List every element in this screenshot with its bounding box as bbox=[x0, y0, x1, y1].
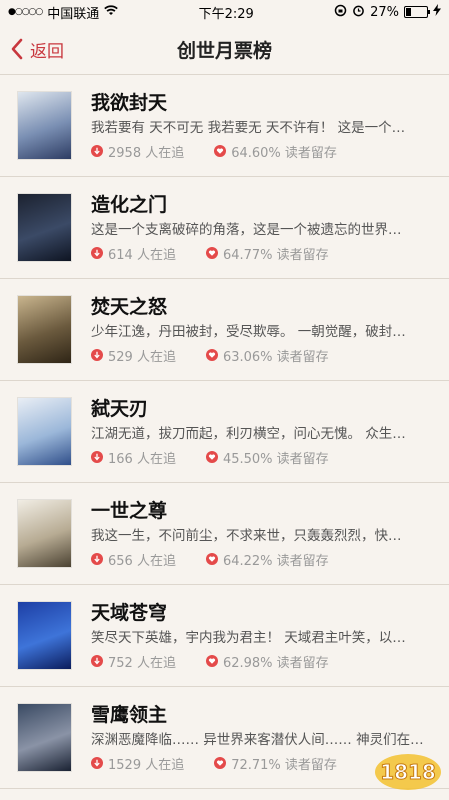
retention-rate: 64.60% 读者留存 bbox=[231, 145, 337, 161]
watermark-logo: 1818 bbox=[375, 754, 441, 790]
followers-icon bbox=[91, 451, 103, 463]
book-info: 天域苍穹 笑尽天下英雄，宇内我为君主！ 天域君主叶笑，以… 752 人在追 62… bbox=[91, 601, 449, 671]
followers-count: 656 人在追 bbox=[108, 553, 176, 569]
list-item[interactable]: 我欲封天 我若要有 天不可无 我若要无 天不许有！ 这是一个… 2958 人在追… bbox=[0, 75, 449, 177]
book-description: 笑尽天下英雄，宇内我为君主！ 天域君主叶笑，以… bbox=[91, 629, 406, 646]
book-cover bbox=[18, 398, 71, 465]
followers-count: 166 人在追 bbox=[108, 451, 176, 467]
followers-count: 2958 人在追 bbox=[108, 145, 185, 161]
followers-stat: 1529 人在追 bbox=[91, 754, 184, 773]
heart-icon bbox=[214, 145, 227, 157]
book-title: 焚天之怒 bbox=[91, 295, 168, 318]
followers-icon bbox=[91, 553, 103, 565]
retention-rate: 62.98% 读者留存 bbox=[222, 655, 329, 671]
book-description: 我这一生，不问前尘，不求来世，只轰轰烈烈，快… bbox=[91, 527, 402, 544]
battery-icon bbox=[403, 6, 430, 18]
followers-stat: 529 人在追 bbox=[91, 346, 176, 365]
retention-stat: 72.71% 读者留存 bbox=[214, 754, 337, 773]
status-bar: ●○○○○ 中国联通 下午2:29 27% bbox=[0, 0, 449, 24]
book-title: 一世之尊 bbox=[91, 499, 168, 522]
followers-count: 614 人在追 bbox=[108, 247, 176, 263]
book-description: 我若要有 天不可无 我若要无 天不许有！ 这是一个… bbox=[91, 119, 406, 136]
followers-count: 1529 人在追 bbox=[108, 757, 185, 773]
book-cover bbox=[18, 602, 71, 669]
book-stats: 614 人在追 64.77% 读者留存 bbox=[91, 244, 433, 263]
back-button[interactable]: 返回 bbox=[10, 24, 64, 74]
book-description: 这是一个支离破碎的角落，这是一个被遗忘的世界… bbox=[91, 221, 402, 238]
battery-percent: 27% bbox=[370, 4, 399, 20]
retention-stat: 62.98% 读者留存 bbox=[205, 652, 329, 671]
page-title: 创世月票榜 bbox=[176, 39, 272, 62]
list-item[interactable]: 天域苍穹 笑尽天下英雄，宇内我为君主！ 天域君主叶笑，以… 752 人在追 62… bbox=[0, 585, 449, 687]
clock: 下午2:29 bbox=[198, 6, 254, 22]
book-stats: 752 人在追 62.98% 读者留存 bbox=[91, 652, 433, 671]
heart-icon bbox=[205, 451, 218, 463]
book-cover bbox=[18, 500, 71, 567]
book-info: 一世之尊 我这一生，不问前尘，不求来世，只轰轰烈烈，快… 656 人在追 64.… bbox=[91, 499, 449, 569]
retention-stat: 63.06% 读者留存 bbox=[205, 346, 329, 365]
list-item[interactable]: 弑天刃 江湖无道，拔刀而起，利刃横空，问心无愧。 众生… 166 人在追 45.… bbox=[0, 381, 449, 483]
list-item[interactable]: 造化之门 这是一个支离破碎的角落，这是一个被遗忘的世界… 614 人在追 64.… bbox=[0, 177, 449, 279]
book-title: 雪鹰领主 bbox=[91, 703, 168, 726]
book-cover bbox=[18, 704, 71, 771]
back-label: 返回 bbox=[30, 41, 64, 62]
followers-count: 752 人在追 bbox=[108, 655, 176, 671]
book-stats: 2958 人在追 64.60% 读者留存 bbox=[91, 142, 433, 161]
book-info: 造化之门 这是一个支离破碎的角落，这是一个被遗忘的世界… 614 人在追 64.… bbox=[91, 193, 449, 263]
followers-stat: 2958 人在追 bbox=[91, 142, 184, 161]
list-item[interactable]: 一世之尊 我这一生，不问前尘，不求来世，只轰轰烈烈，快… 656 人在追 64.… bbox=[0, 483, 449, 585]
book-description: 少年江逸，丹田被封，受尽欺辱。 一朝觉醒，破封… bbox=[91, 323, 406, 340]
heart-icon bbox=[205, 247, 218, 259]
heart-icon bbox=[214, 757, 227, 769]
followers-stat: 166 人在追 bbox=[91, 448, 176, 467]
heart-icon bbox=[205, 553, 218, 565]
book-stats: 166 人在追 45.50% 读者留存 bbox=[91, 448, 433, 467]
followers-stat: 614 人在追 bbox=[91, 244, 176, 263]
followers-icon bbox=[91, 247, 103, 259]
book-description: 江湖无道，拔刀而起，利刃横空，问心无愧。 众生… bbox=[91, 425, 406, 442]
ranking-list: 我欲封天 我若要有 天不可无 我若要无 天不许有！ 这是一个… 2958 人在追… bbox=[0, 75, 449, 789]
followers-icon bbox=[91, 655, 103, 667]
book-stats: 529 人在追 63.06% 读者留存 bbox=[91, 346, 433, 365]
followers-stat: 752 人在追 bbox=[91, 652, 176, 671]
book-title: 天域苍穹 bbox=[91, 601, 168, 624]
followers-icon bbox=[91, 757, 103, 769]
list-item[interactable]: 焚天之怒 少年江逸，丹田被封，受尽欺辱。 一朝觉醒，破封… 529 人在追 63… bbox=[0, 279, 449, 381]
retention-rate: 63.06% 读者留存 bbox=[222, 349, 329, 365]
carrier-label: 中国联通 bbox=[47, 6, 100, 22]
nav-bar: 返回 创世月票榜 bbox=[0, 24, 449, 75]
retention-rate: 45.50% 读者留存 bbox=[222, 451, 329, 467]
rotation-lock-icon bbox=[334, 4, 347, 21]
retention-rate: 64.77% 读者留存 bbox=[222, 247, 329, 263]
heart-icon bbox=[205, 655, 218, 667]
retention-stat: 45.50% 读者留存 bbox=[205, 448, 329, 467]
book-info: 我欲封天 我若要有 天不可无 我若要无 天不许有！ 这是一个… 2958 人在追… bbox=[91, 91, 449, 161]
book-info: 焚天之怒 少年江逸，丹田被封，受尽欺辱。 一朝觉醒，破封… 529 人在追 63… bbox=[91, 295, 449, 365]
followers-icon bbox=[91, 349, 103, 361]
followers-icon bbox=[91, 145, 103, 157]
alarm-icon bbox=[352, 4, 365, 21]
followers-stat: 656 人在追 bbox=[91, 550, 176, 569]
chevron-left-icon bbox=[11, 38, 23, 60]
book-cover bbox=[18, 194, 71, 261]
wifi-icon bbox=[104, 4, 119, 20]
retention-stat: 64.60% 读者留存 bbox=[214, 142, 337, 161]
heart-icon bbox=[205, 349, 218, 361]
retention-rate: 72.71% 读者留存 bbox=[231, 757, 337, 773]
retention-rate: 64.22% 读者留存 bbox=[222, 553, 329, 569]
book-info: 弑天刃 江湖无道，拔刀而起，利刃横空，问心无愧。 众生… 166 人在追 45.… bbox=[91, 397, 449, 467]
book-title: 造化之门 bbox=[91, 193, 168, 216]
book-cover bbox=[18, 296, 71, 363]
book-stats: 656 人在追 64.22% 读者留存 bbox=[91, 550, 433, 569]
book-title: 弑天刃 bbox=[91, 397, 149, 420]
signal-icon: ●○○○○ bbox=[8, 7, 43, 17]
followers-count: 529 人在追 bbox=[108, 349, 176, 365]
retention-stat: 64.77% 读者留存 bbox=[205, 244, 329, 263]
charging-icon bbox=[432, 4, 441, 20]
book-cover bbox=[18, 92, 71, 159]
svg-text:1818: 1818 bbox=[380, 760, 436, 784]
book-title: 我欲封天 bbox=[91, 91, 168, 114]
retention-stat: 64.22% 读者留存 bbox=[205, 550, 329, 569]
